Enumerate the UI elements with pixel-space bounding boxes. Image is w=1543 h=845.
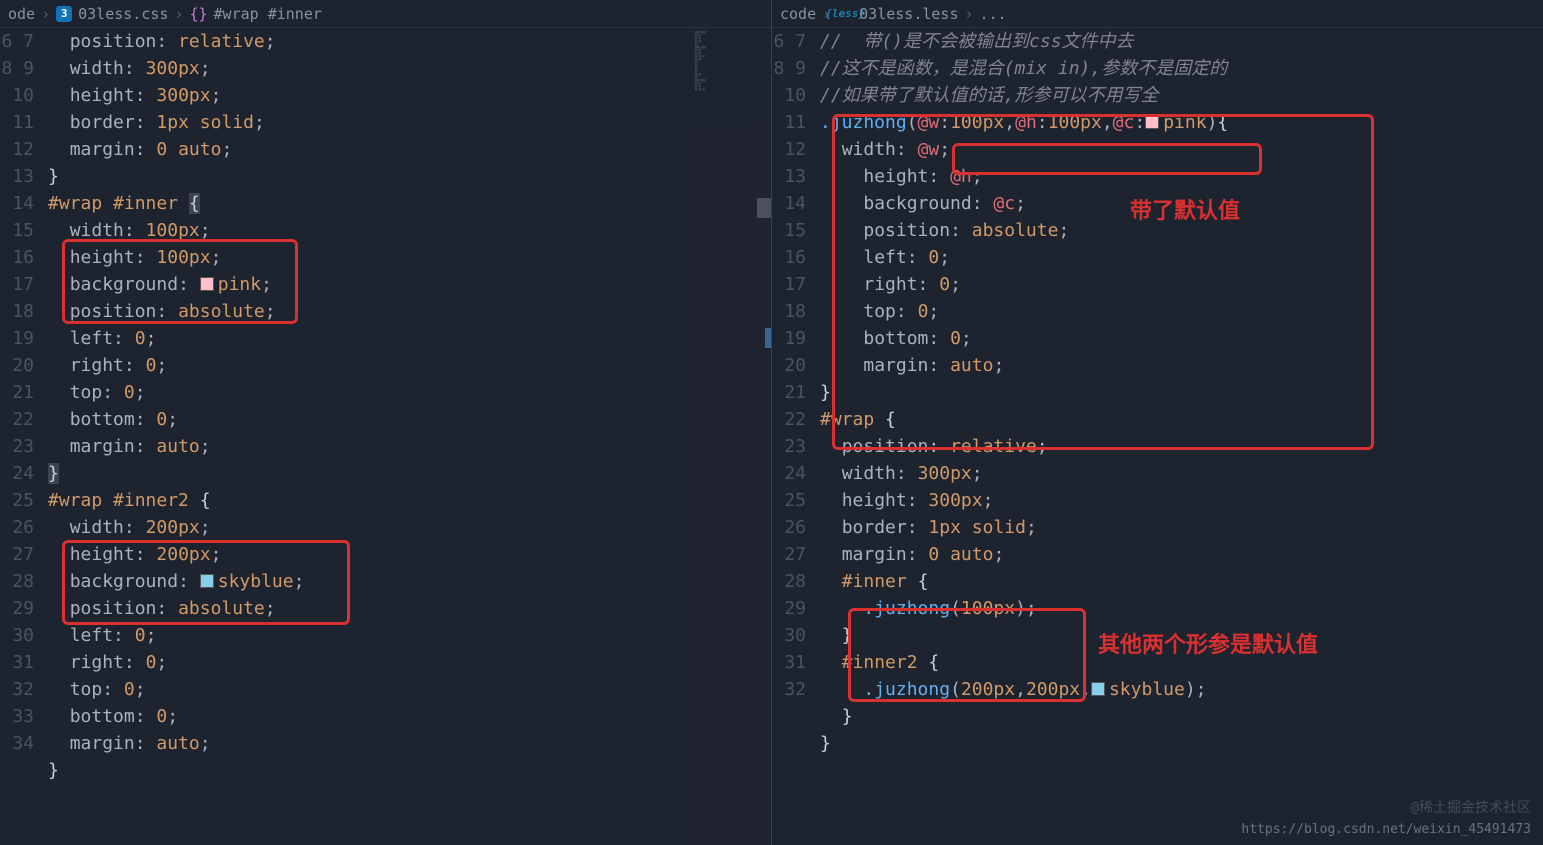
breadcrumb-root[interactable]: code xyxy=(780,5,816,23)
annotation-text: 带了默认值 xyxy=(1130,198,1240,225)
watermark-juejin: @稀土掘金技术社区 xyxy=(1411,797,1531,817)
breadcrumb-file[interactable]: 03less.css xyxy=(78,5,168,23)
editor-left[interactable]: 6 7 8 9 10 11 12 13 14 15 16 17 18 19 20… xyxy=(0,28,771,845)
less-file-icon: {less} xyxy=(837,6,853,22)
breadcrumb-symbol[interactable]: ... xyxy=(980,5,1007,23)
chevron-right-icon: › xyxy=(965,5,974,23)
chevron-right-icon: › xyxy=(41,5,50,23)
scrollbar-thumb[interactable] xyxy=(757,198,771,218)
scrollbar-marker xyxy=(765,328,771,348)
css-file-icon: 3 xyxy=(56,6,72,22)
breadcrumb-file[interactable]: 03less.less xyxy=(859,5,958,23)
editor-pane-right: code › {less} 03less.less › ... 6 7 8 9 … xyxy=(772,0,1543,845)
gutter-left: 6 7 8 9 10 11 12 13 14 15 16 17 18 19 20… xyxy=(0,28,48,845)
breadcrumb-root[interactable]: ode xyxy=(8,5,35,23)
gutter-right: 6 7 8 9 10 11 12 13 14 15 16 17 18 19 20… xyxy=(772,28,820,845)
minimap-left[interactable]: ████ ██████ ████ ████ ████████ ██████ ██… xyxy=(691,28,771,845)
chevron-right-icon: › xyxy=(174,5,183,23)
code-left[interactable]: position: relative; width: 300px; height… xyxy=(48,28,691,845)
code-right[interactable]: // 带()是不会被输出到css文件中去 //这不是函数，是混合(mix in)… xyxy=(820,28,1543,845)
editor-right[interactable]: 6 7 8 9 10 11 12 13 14 15 16 17 18 19 20… xyxy=(772,28,1543,845)
watermark-csdn: https://blog.csdn.net/weixin_45491473 xyxy=(1241,822,1531,837)
editor-pane-left: ode › 3 03less.css › {} #wrap #inner 6 7… xyxy=(0,0,772,845)
breadcrumb-symbol[interactable]: #wrap #inner xyxy=(214,5,322,23)
annotation-text: 其他两个形参是默认值 xyxy=(1098,632,1318,659)
breadcrumb-right[interactable]: code › {less} 03less.less › ... xyxy=(772,0,1543,28)
selector-icon: {} xyxy=(189,5,207,23)
breadcrumb-left[interactable]: ode › 3 03less.css › {} #wrap #inner xyxy=(0,0,771,28)
